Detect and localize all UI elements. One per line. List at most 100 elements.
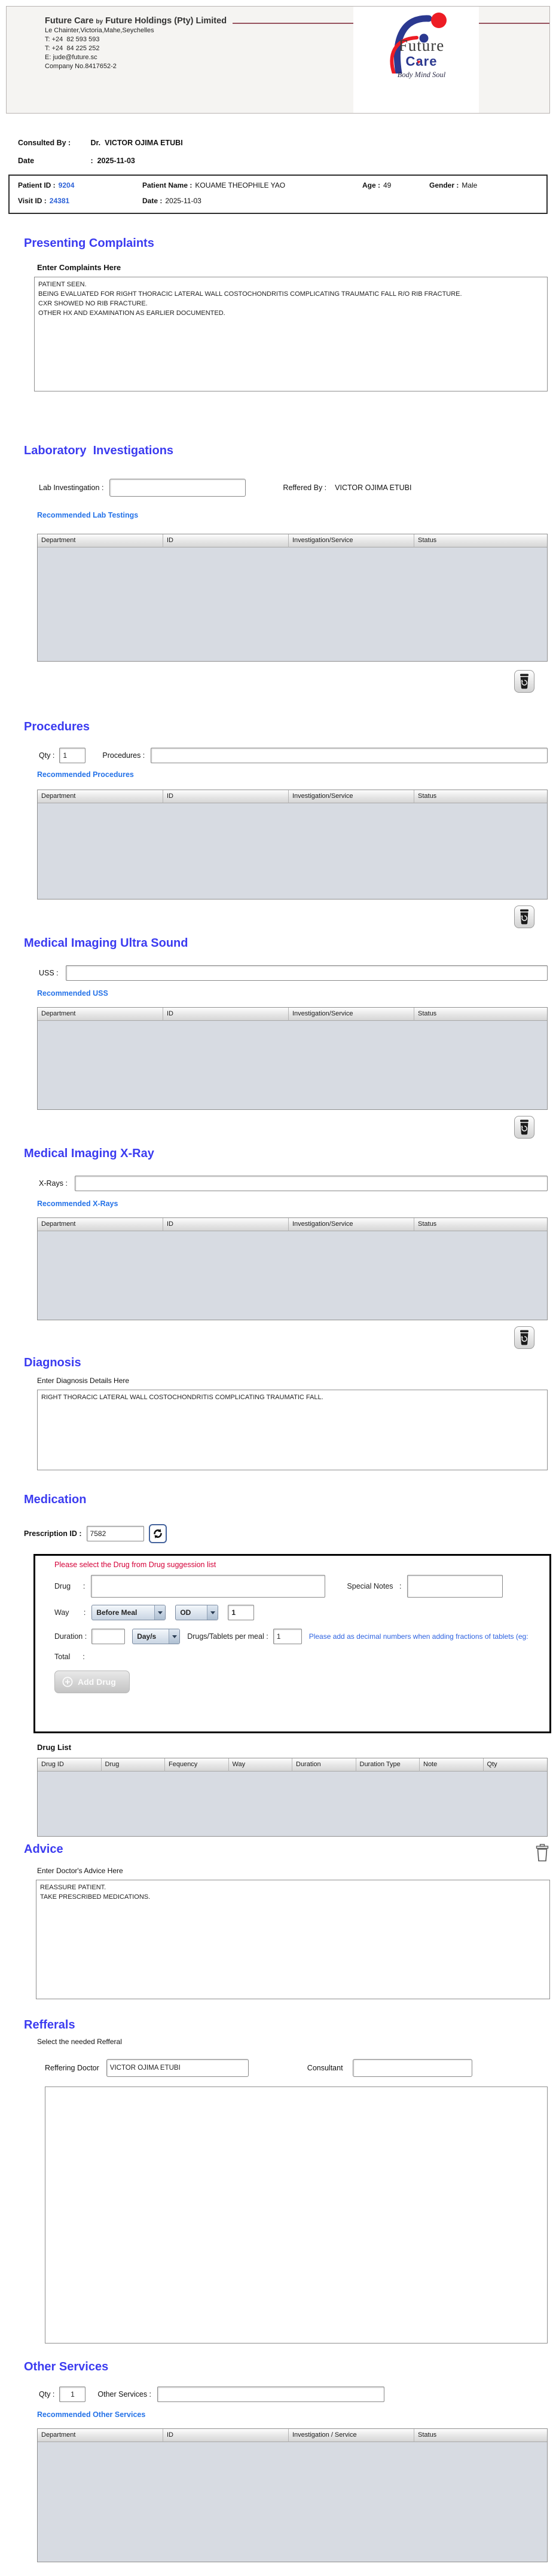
col-qty[interactable]: Qty xyxy=(483,1758,547,1772)
drug-table-body[interactable] xyxy=(38,1772,547,1836)
prescription-row: Prescription ID : xyxy=(24,1524,556,1543)
prescription-id-label: Prescription ID : xyxy=(24,1529,82,1538)
lab-table-body[interactable] xyxy=(38,547,547,661)
patient-name-field: Patient Name : KOUAME THEOPHILE YAO xyxy=(142,181,362,189)
frequency-select[interactable]: OD xyxy=(175,1605,219,1620)
col-status[interactable]: Status xyxy=(414,534,547,547)
recommended-uss-link[interactable]: Recommended USS xyxy=(37,989,556,998)
referral-list-box[interactable] xyxy=(45,2087,548,2344)
duration-input[interactable] xyxy=(91,1629,126,1644)
col-department[interactable]: Department xyxy=(38,1218,163,1231)
recommended-xray-link[interactable]: Recommended X-Rays xyxy=(37,1200,556,1208)
lab-delete-button[interactable] xyxy=(514,670,534,693)
recommended-procedures-link[interactable]: Recommended Procedures xyxy=(37,770,556,779)
uss-table-body[interactable] xyxy=(38,1021,547,1109)
col-status[interactable]: Status xyxy=(414,2429,547,2442)
col-id[interactable]: ID xyxy=(163,1008,289,1021)
gender-label: Gender : xyxy=(429,181,459,189)
procedures-delete-button[interactable] xyxy=(514,905,534,928)
procedures-input[interactable] xyxy=(151,748,548,763)
refresh-prescription-button[interactable] xyxy=(148,1524,167,1543)
col-department[interactable]: Department xyxy=(38,2429,163,2442)
procedures-title: Procedures xyxy=(24,720,90,733)
drug-input[interactable] xyxy=(91,1575,326,1598)
col-investigation[interactable]: Investigation/Service xyxy=(289,1008,414,1021)
complaints-textarea[interactable]: PATIENT SEEN. BEING EVALUATED FOR RIGHT … xyxy=(34,277,548,391)
patient-info-box: Patient ID : 9204 Patient Name : KOUAME … xyxy=(8,175,548,214)
xray-table-body[interactable] xyxy=(38,1231,547,1320)
col-status[interactable]: Status xyxy=(414,1008,547,1021)
advice-title: Advice xyxy=(24,1843,63,1856)
col-department[interactable]: Department xyxy=(38,1008,163,1021)
other-services-table-body[interactable] xyxy=(38,2442,547,2562)
presenting-complaints-title: Presenting Complaints xyxy=(24,237,154,250)
advice-delete-button[interactable] xyxy=(532,1841,552,1864)
other-services-qty-input[interactable] xyxy=(59,2387,86,2402)
duration-unit-select[interactable]: Day/s xyxy=(132,1629,181,1644)
referrals-title: Refferals xyxy=(24,2018,75,2032)
meal-select[interactable]: Before Meal xyxy=(91,1605,166,1620)
ultrasound-title: Medical Imaging Ultra Sound xyxy=(24,937,188,950)
way-qty-input[interactable] xyxy=(228,1605,255,1620)
procedures-table-body[interactable] xyxy=(38,803,547,899)
logo-tagline: Body Mind Soul xyxy=(397,71,446,79)
consult-date-line: Date : 2025-11-03 xyxy=(18,157,556,165)
col-status[interactable]: Status xyxy=(414,790,547,803)
col-duration[interactable]: Duration xyxy=(292,1758,356,1772)
referring-doctor-input[interactable] xyxy=(106,2059,249,2077)
uss-table-header: Department ID Investigation/Service Stat… xyxy=(38,1008,547,1021)
consult-date-label: Date xyxy=(18,157,35,165)
procedures-qty-input[interactable] xyxy=(59,748,86,763)
diagnosis-textarea[interactable]: RIGHT THORACIC LATERAL WALL COSTOCHONDRI… xyxy=(37,1390,548,1470)
special-notes-input[interactable] xyxy=(407,1575,503,1598)
patient-row-2: Visit ID : 24381 Date : 2025-11-03 xyxy=(18,197,538,205)
col-investigation[interactable]: Investigation/Service xyxy=(289,534,414,547)
consulted-by-value: Dr. VICTOR OJIMA ETUBI xyxy=(90,139,183,147)
col-department[interactable]: Department xyxy=(38,534,163,547)
col-drug-id[interactable]: Drug ID xyxy=(38,1758,102,1772)
add-drug-button[interactable]: Add Drug xyxy=(54,1671,130,1693)
patient-id-value: 9204 xyxy=(58,181,75,189)
consultant-input[interactable] xyxy=(352,2059,472,2077)
medication-form-box: Please select the Drug from Drug suggess… xyxy=(33,1554,551,1733)
advice-textarea[interactable]: REASSURE PATIENT. TAKE PRESCRIBED MEDICA… xyxy=(36,1880,550,1999)
col-id[interactable]: ID xyxy=(163,790,289,803)
col-id[interactable]: ID xyxy=(163,1218,289,1231)
col-id[interactable]: ID xyxy=(163,534,289,547)
referrals-subtitle: Select the needed Refferal xyxy=(37,2037,122,2046)
col-department[interactable]: Department xyxy=(38,790,163,803)
procedures-qty-label: Qty : xyxy=(39,751,55,760)
xray-delete-button[interactable] xyxy=(514,1326,534,1349)
xray-table-header: Department ID Investigation/Service Stat… xyxy=(38,1218,547,1231)
visit-date-value: 2025-11-03 xyxy=(165,197,201,205)
col-status[interactable]: Status xyxy=(414,1218,547,1231)
col-duration-type[interactable]: Duration Type xyxy=(356,1758,420,1772)
total-row: Total : xyxy=(54,1653,543,1661)
way-label: Way : xyxy=(54,1608,86,1617)
col-note[interactable]: Note xyxy=(420,1758,484,1772)
col-frequency[interactable]: Fequency xyxy=(165,1758,229,1772)
visit-date-field: Date : 2025-11-03 xyxy=(142,197,201,205)
lab-table: Department ID Investigation/Service Stat… xyxy=(37,534,548,662)
per-meal-input[interactable] xyxy=(273,1629,302,1644)
col-way[interactable]: Way xyxy=(228,1758,292,1772)
prescription-id-input[interactable] xyxy=(86,1526,144,1541)
col-investigation[interactable]: Investigation/Service xyxy=(289,790,414,803)
duration-label: Duration : xyxy=(54,1632,87,1641)
duration-row: Duration : Day/s Drugs/Tablets per meal … xyxy=(54,1629,543,1644)
recommended-other-services-link[interactable]: Recommended Other Services xyxy=(37,2410,556,2419)
patient-gender-field: Gender : Male xyxy=(429,181,477,189)
lab-table-header: Department ID Investigation/Service Stat… xyxy=(38,534,547,547)
other-services-input[interactable] xyxy=(157,2387,385,2402)
uss-delete-button[interactable] xyxy=(514,1116,534,1139)
chevron-down-icon xyxy=(169,1629,180,1644)
col-investigation[interactable]: Investigation / Service xyxy=(289,2429,414,2442)
col-drug[interactable]: Drug xyxy=(101,1758,165,1772)
patient-age-field: Age : 49 xyxy=(362,181,429,189)
uss-input[interactable] xyxy=(65,965,548,981)
lab-investigation-input[interactable] xyxy=(109,479,246,497)
recommended-lab-link[interactable]: Recommended Lab Testings xyxy=(37,511,556,519)
col-investigation[interactable]: Investigation/Service xyxy=(289,1218,414,1231)
xrays-input[interactable] xyxy=(74,1176,548,1191)
col-id[interactable]: ID xyxy=(163,2429,289,2442)
